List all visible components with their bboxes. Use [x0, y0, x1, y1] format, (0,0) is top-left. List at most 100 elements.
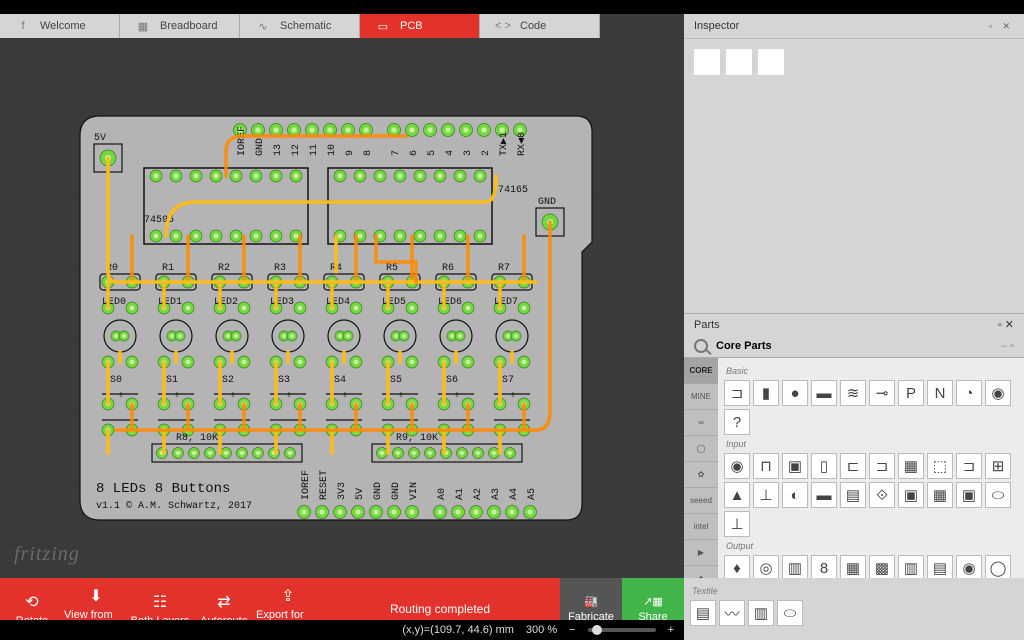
- parts-header[interactable]: Parts ▫ ✕: [684, 313, 1024, 335]
- part-item[interactable]: ▤: [690, 600, 716, 626]
- svg-text:LED7: LED7: [494, 297, 518, 308]
- part-item[interactable]: ▣: [782, 453, 808, 479]
- part-item[interactable]: ◔: [956, 380, 982, 406]
- part-item[interactable]: ⬭: [985, 482, 1011, 508]
- parts-sidebar-item[interactable]: ✿: [684, 462, 718, 488]
- zoom-out-button[interactable]: −: [569, 624, 575, 636]
- part-item[interactable]: ◯: [985, 555, 1011, 578]
- part-item[interactable]: ♦: [724, 555, 750, 578]
- export-icon: ⇪: [281, 586, 294, 606]
- part-item[interactable]: ⟐: [869, 482, 895, 508]
- search-icon[interactable]: [694, 339, 708, 353]
- part-item[interactable]: ⬚: [927, 453, 953, 479]
- part-item[interactable]: ▤: [927, 555, 953, 578]
- pcb-board[interactable]: IOREFGND1312111098765432TX▶1RX◀0 IOREFRE…: [76, 112, 596, 532]
- part-item[interactable]: ⊥: [753, 482, 779, 508]
- part-item[interactable]: 8: [811, 555, 837, 578]
- part-item[interactable]: ⊸: [869, 380, 895, 406]
- part-item[interactable]: ≋: [840, 380, 866, 406]
- inspector-swatch[interactable]: [726, 49, 752, 75]
- part-item[interactable]: ◉: [724, 453, 750, 479]
- parts-sidebar-item[interactable]: intel: [684, 514, 718, 540]
- part-item[interactable]: ●: [782, 380, 808, 406]
- inspector-swatch[interactable]: [694, 49, 720, 75]
- tab-breadboard[interactable]: ▦Breadboard: [120, 14, 240, 38]
- part-item[interactable]: ▣: [898, 482, 924, 508]
- parts-subtitle: Core Parts: [716, 340, 772, 352]
- svg-text:74165: 74165: [498, 185, 528, 196]
- layers-icon: ☷: [153, 592, 167, 612]
- svg-text:A4: A4: [509, 488, 520, 500]
- part-item[interactable]: ▥: [782, 555, 808, 578]
- part-item[interactable]: ⊐: [724, 380, 750, 406]
- svg-text:+: +: [174, 391, 180, 402]
- svg-text:12: 12: [291, 144, 302, 156]
- parts-sidebar-item[interactable]: ∞: [684, 410, 718, 436]
- tab-schematic[interactable]: ∿Schematic: [240, 14, 360, 38]
- tab-pcb[interactable]: ▭PCB: [360, 14, 480, 38]
- part-item[interactable]: ▦: [840, 555, 866, 578]
- parts-sidebar-item[interactable]: seeed: [684, 488, 718, 514]
- tab-welcome[interactable]: fWelcome: [0, 14, 120, 38]
- parts-sidebar[interactable]: COREMINE∞◯✿seeedintel▶◆🐷: [684, 358, 718, 578]
- part-item[interactable]: ⊏: [840, 453, 866, 479]
- autoroute-icon: ⇄: [217, 592, 230, 612]
- part-item[interactable]: 〰: [719, 600, 745, 626]
- part-item[interactable]: ⊓: [753, 453, 779, 479]
- part-item[interactable]: ▲: [724, 482, 750, 508]
- inspector-panel: [684, 38, 1024, 313]
- parts-sidebar-item[interactable]: CORE: [684, 358, 718, 384]
- svg-text:6: 6: [409, 150, 420, 156]
- tab-code[interactable]: < >Code: [480, 14, 600, 38]
- part-item[interactable]: ▦: [927, 482, 953, 508]
- dock-icons[interactable]: ▫ ✕: [998, 318, 1014, 331]
- part-item[interactable]: ◎: [753, 555, 779, 578]
- svg-text:LED3: LED3: [270, 297, 294, 308]
- pcb-canvas[interactable]: fritzing IOREFGND1312111098765432TX▶1RX◀…: [0, 38, 684, 578]
- parts-catalog[interactable]: Basic⊐▮●▬≋⊸PN◔◉?Input◉⊓▣▯⊏⊐▦⬚⊐⊞▲⊥◐▬▤⟐▣▦▣…: [718, 358, 1024, 578]
- part-item[interactable]: ▦: [898, 453, 924, 479]
- brand-watermark: fritzing: [14, 543, 80, 566]
- part-item[interactable]: P: [898, 380, 924, 406]
- part-item[interactable]: ⊥: [724, 511, 750, 537]
- parts-sidebar-item[interactable]: MINE: [684, 384, 718, 410]
- svg-text:R6: R6: [442, 263, 454, 274]
- zoom-slider[interactable]: [588, 628, 656, 632]
- svg-text:R8, 10K: R8, 10K: [176, 433, 218, 444]
- inspector-header[interactable]: Inspector ▫ ✕: [684, 14, 1024, 38]
- svg-text:S1: S1: [166, 375, 178, 386]
- schematic-icon: ∿: [254, 20, 272, 33]
- part-item[interactable]: ▩: [869, 555, 895, 578]
- part-item[interactable]: ◐: [782, 482, 808, 508]
- part-item[interactable]: ▯: [811, 453, 837, 479]
- part-item[interactable]: ⊞: [985, 453, 1011, 479]
- part-item[interactable]: ⊐: [869, 453, 895, 479]
- part-item[interactable]: ▥: [898, 555, 924, 578]
- svg-text:2: 2: [481, 150, 492, 156]
- svg-text:LED1: LED1: [158, 297, 182, 308]
- part-item[interactable]: ▮: [753, 380, 779, 406]
- part-item[interactable]: N: [927, 380, 953, 406]
- svg-text:3: 3: [463, 150, 474, 156]
- parts-sidebar-item[interactable]: ◯: [684, 436, 718, 462]
- part-item[interactable]: ?: [724, 409, 750, 435]
- part-item[interactable]: ◉: [956, 555, 982, 578]
- svg-text:VIN: VIN: [409, 482, 420, 500]
- parts-sidebar-item[interactable]: ▶: [684, 540, 718, 566]
- coords-readout: (x,y)=(109.7, 44.6) mm: [402, 624, 514, 636]
- logo-icon: f: [14, 20, 32, 32]
- view-above-icon: ⬇: [89, 586, 102, 606]
- inspector-swatch[interactable]: [758, 49, 784, 75]
- part-item[interactable]: ⊐: [956, 453, 982, 479]
- part-item[interactable]: ▤: [840, 482, 866, 508]
- part-item[interactable]: ▥: [748, 600, 774, 626]
- zoom-in-button[interactable]: +: [668, 624, 674, 636]
- part-item[interactable]: ▣: [956, 482, 982, 508]
- dock-icons[interactable]: ▫ ✕: [989, 21, 1014, 32]
- svg-text:A1: A1: [455, 488, 466, 500]
- part-item[interactable]: ⬭: [777, 600, 803, 626]
- status-bar: (x,y)=(109.7, 44.6) mm 300 % − +: [0, 620, 684, 640]
- part-item[interactable]: ▬: [811, 380, 837, 406]
- part-item[interactable]: ▬: [811, 482, 837, 508]
- part-item[interactable]: ◉: [985, 380, 1011, 406]
